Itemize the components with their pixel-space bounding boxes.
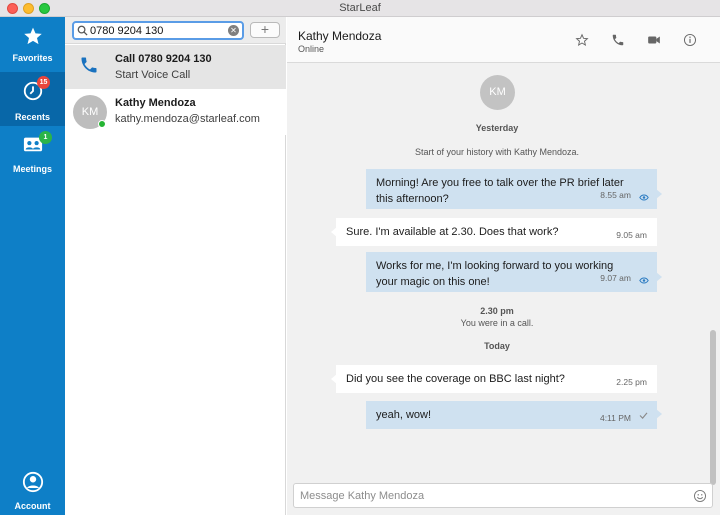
message-text: Sure. I'm available at 2.30. Does that w…: [346, 226, 559, 238]
message-bubble-outgoing[interactable]: Works for me, I'm looking forward to you…: [366, 252, 662, 292]
message-time: 8.55 am: [600, 190, 631, 200]
message-bubble-outgoing[interactable]: Morning! Are you free to talk over the P…: [366, 169, 662, 209]
call-result-subtitle: Start Voice Call: [115, 69, 191, 81]
call-number-result[interactable]: Call 0780 9204 130 Start Voice Call: [65, 45, 286, 89]
emoji-icon[interactable]: [693, 489, 707, 503]
nav-item-meetings[interactable]: 1 Meetings: [0, 128, 65, 178]
message-composer[interactable]: [293, 483, 713, 508]
nav-item-account[interactable]: Account: [0, 465, 65, 515]
phone-icon: [81, 57, 97, 73]
search-bar: ✕ +: [65, 17, 286, 44]
app-window: StarLeaf Favorites 15 Recents 1 Meetings…: [0, 0, 720, 515]
chat-scrollbar[interactable]: [710, 330, 716, 485]
call-result-title: Call 0780 9204 130: [115, 53, 212, 65]
contact-email: kathy.mendoza@starleaf.com: [115, 113, 260, 125]
search-icon: [77, 25, 88, 36]
seen-eye-icon: [639, 194, 649, 201]
sent-check-icon: [639, 412, 648, 419]
chat-avatar: KM: [480, 75, 515, 110]
search-panel: ✕ + Call 0780 9204 130 Start Voice Call …: [65, 17, 286, 515]
history-start-note: Start of your history with Kathy Mendoza…: [414, 147, 580, 157]
message-input[interactable]: [300, 488, 680, 503]
chat-contact-name: Kathy Mendoza: [298, 29, 382, 43]
nav-label-account: Account: [14, 501, 51, 511]
call-event-note: You were in a call.: [460, 318, 534, 328]
message-time: 4:11 PM: [599, 413, 631, 423]
star-icon: [23, 27, 42, 45]
call-event-time: 2.30 pm: [480, 306, 514, 316]
message-time: 9.05 am: [616, 230, 647, 240]
nav-item-favorites[interactable]: Favorites: [0, 17, 65, 67]
account-icon: [22, 471, 43, 493]
message-bubble-outgoing[interactable]: yeah, wow! 4:11 PM: [366, 401, 662, 429]
contact-result[interactable]: KM Kathy Mendoza kathy.mendoza@starleaf.…: [65, 89, 286, 135]
title-bar: StarLeaf: [0, 0, 720, 17]
nav-label-meetings: Meetings: [12, 164, 52, 174]
search-field[interactable]: ✕: [72, 21, 244, 40]
day-separator-yesterday: Yesterday: [475, 123, 519, 133]
message-time: 9.07 am: [600, 273, 631, 283]
clear-search-icon[interactable]: ✕: [228, 25, 239, 36]
message-time: 2.25 pm: [616, 377, 647, 387]
meetings-badge: 1: [39, 131, 52, 144]
chat-panel: Kathy Mendoza Online KM Yesterday Start …: [287, 17, 720, 515]
message-bubble-incoming[interactable]: Sure. I'm available at 2.30. Does that w…: [331, 218, 657, 246]
search-input[interactable]: [90, 23, 230, 38]
message-bubble-incoming[interactable]: Did you see the coverage on BBC last nig…: [331, 365, 657, 393]
contact-name: Kathy Mendoza: [115, 97, 196, 109]
nav-item-recents[interactable]: 15 Recents: [0, 72, 65, 126]
nav-label-recents: Recents: [14, 112, 50, 122]
add-contact-button[interactable]: +: [250, 22, 280, 38]
info-icon[interactable]: [683, 33, 697, 47]
seen-eye-icon: [639, 277, 649, 284]
favorite-star-icon[interactable]: [575, 33, 589, 47]
chat-header: Kathy Mendoza Online: [287, 17, 720, 63]
window-title: StarLeaf: [339, 2, 381, 14]
voice-call-icon[interactable]: [611, 33, 625, 47]
sidebar-nav: Favorites 15 Recents 1 Meetings Account: [0, 17, 65, 515]
message-text: Did you see the coverage on BBC last nig…: [346, 373, 565, 385]
recents-badge: 15: [37, 76, 50, 89]
nav-label-favorites: Favorites: [12, 53, 53, 63]
video-call-icon[interactable]: [647, 33, 661, 47]
online-status-dot: [98, 120, 106, 128]
chat-contact-status: Online: [298, 44, 325, 54]
day-separator-today: Today: [484, 341, 510, 351]
